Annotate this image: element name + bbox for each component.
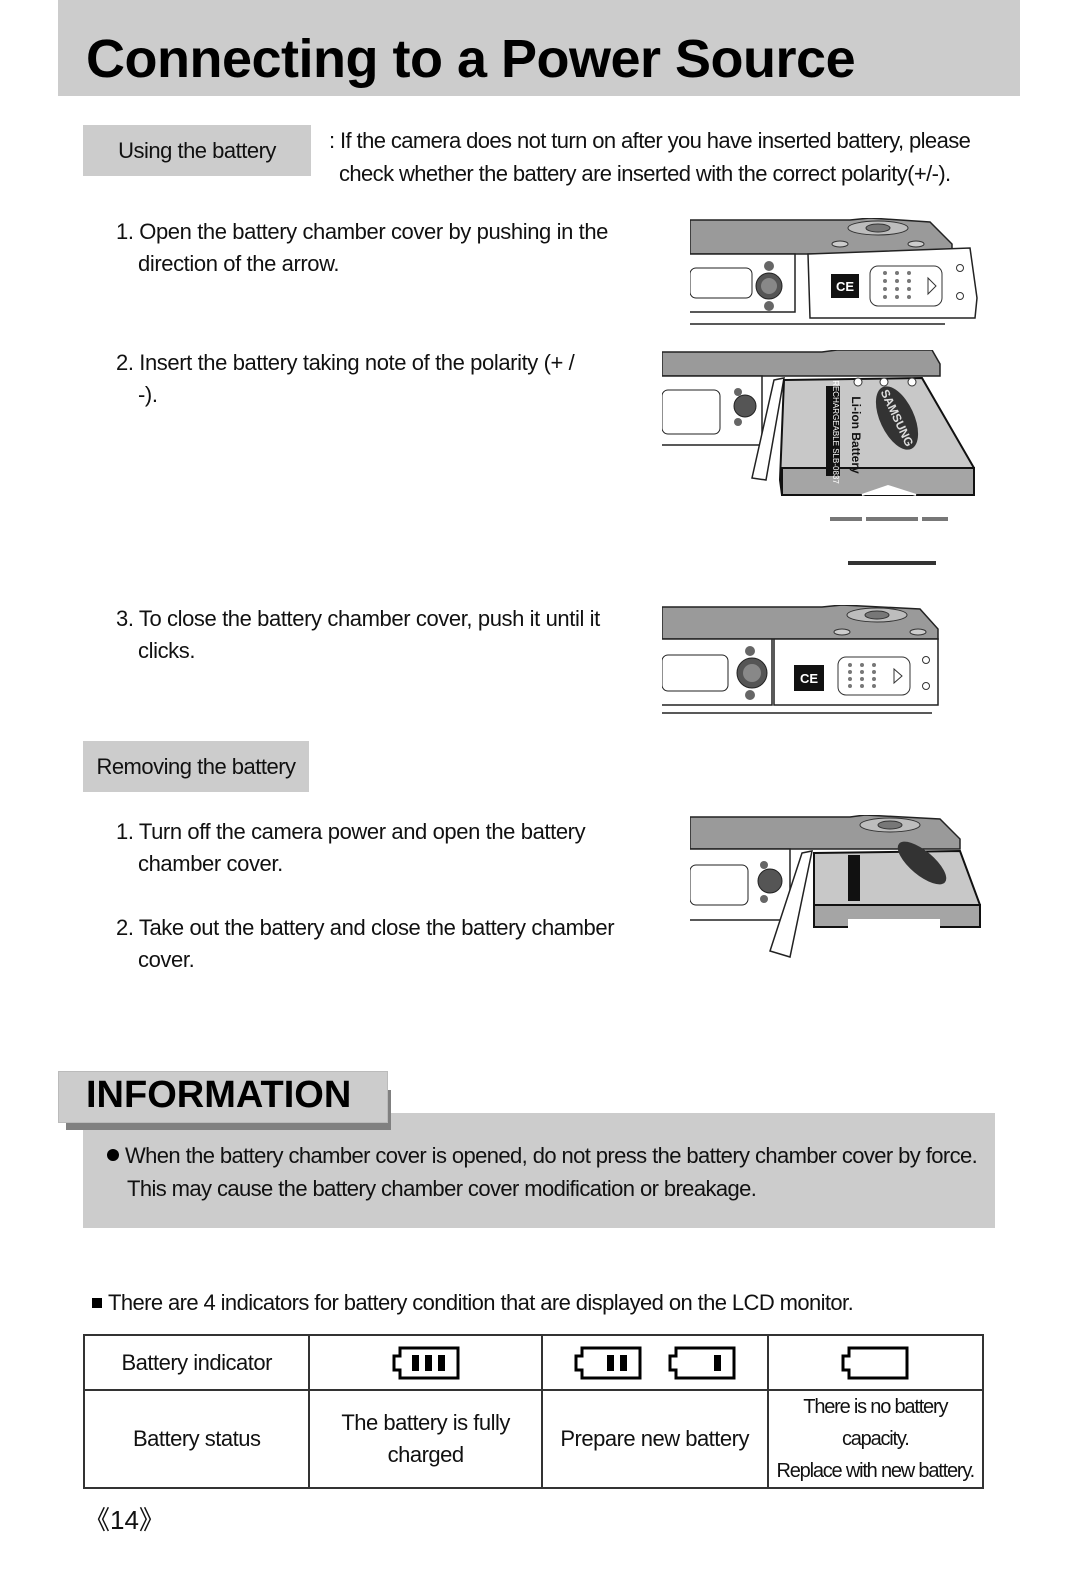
indicators-intro-text: There are 4 indicators for battery condi…	[108, 1290, 854, 1315]
figure-remove-battery	[690, 815, 981, 958]
information-text: When the battery chamber cover is opened…	[125, 1143, 978, 1201]
row-header-status: Battery status	[82, 1389, 311, 1489]
status-empty-line1: There is no battery capacity.	[803, 1396, 948, 1450]
insert-step-1: 1. Open the battery chamber cover by pus…	[116, 219, 609, 276]
information-heading: INFORMATION	[86, 1074, 352, 1116]
indicators-intro: There are 4 indicators for battery condi…	[92, 1290, 854, 1316]
polarity-note-line2: check whether the battery are inserted w…	[339, 161, 951, 186]
indicator-cell-full	[308, 1334, 543, 1391]
table-row-status: Battery status The battery is fully char…	[82, 1389, 985, 1489]
figure-close-cover: CE	[662, 605, 939, 714]
svg-text:CE: CE	[836, 279, 854, 294]
indicator-cell-low	[540, 1334, 769, 1391]
polarity-note: : If the camera does not turn on after y…	[329, 124, 1009, 190]
information-heading-box: INFORMATION	[58, 1071, 388, 1123]
battery-indicator-table: Battery indicator Battery status The bat…	[82, 1334, 985, 1489]
figure-open-cover: CE	[690, 218, 978, 325]
status-low-text: Prepare new battery	[560, 1426, 749, 1451]
remove-step-2: 2. Take out the battery and close the ba…	[116, 915, 615, 972]
page-title: Connecting to a Power Source	[86, 29, 856, 89]
battery-two-bars-icon	[574, 1346, 642, 1379]
table-row-indicator: Battery indicator	[82, 1334, 985, 1391]
remove-step-1: 1. Turn off the camera power and open th…	[116, 819, 586, 876]
row-header-indicator: Battery indicator	[82, 1334, 311, 1391]
bullet-icon	[107, 1149, 119, 1161]
insert-step-2: 2. Insert the battery taking note of the…	[116, 350, 575, 407]
indicator-cell-empty	[766, 1334, 985, 1391]
title-bar: Connecting to a Power Source	[58, 0, 1020, 96]
status-full-line1: The battery is fully	[341, 1410, 510, 1435]
insert-step-3: 3. To close the battery chamber cover, p…	[116, 606, 600, 663]
status-empty-line2: Replace with new battery.	[776, 1460, 976, 1482]
polarity-note-line1: : If the camera does not turn on after y…	[329, 128, 971, 153]
information-panel: When the battery chamber cover is opened…	[83, 1113, 995, 1228]
status-cell-empty: There is no battery capacity. Replace wi…	[766, 1389, 985, 1489]
battery-full-icon	[392, 1346, 460, 1379]
section-label-removing-battery: Removing the battery	[83, 741, 309, 792]
battery-model-text: RECHARGEABLE SLB-0837	[831, 380, 840, 484]
battery-empty-icon	[841, 1346, 909, 1379]
status-full-line2: charged	[387, 1442, 465, 1467]
battery-one-bar-icon	[668, 1346, 736, 1379]
square-bullet-icon	[92, 1298, 102, 1308]
page-number: 《14》	[84, 1505, 165, 1535]
information-note: When the battery chamber cover is opened…	[107, 1139, 987, 1205]
battery-type-text: Li-ion Battery	[849, 396, 863, 474]
svg-text:CE: CE	[800, 671, 818, 686]
section-label-using-battery: Using the battery	[83, 125, 311, 176]
figure-insert-battery: SAMSUNG Li-ion Battery RECHARGEABLE SLB-…	[662, 350, 975, 565]
status-cell-full: The battery is fully charged	[308, 1389, 543, 1489]
status-cell-low: Prepare new battery	[540, 1389, 769, 1489]
